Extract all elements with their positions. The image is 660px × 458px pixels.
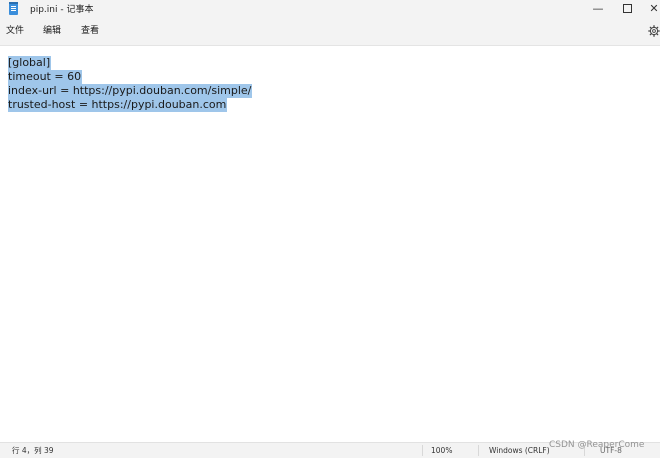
gear-icon[interactable] (648, 25, 660, 37)
text-editor[interactable]: [global] timeout = 60 index-url = https:… (0, 46, 660, 442)
editor-line: timeout = 60 (8, 70, 83, 84)
zoom-level: 100% (431, 446, 453, 455)
menu-view[interactable]: 查看 (79, 24, 101, 39)
window-title: pip.ini - 记事本 (30, 5, 94, 15)
menu-edit[interactable]: 编辑 (41, 24, 63, 39)
editor-line: [global] (8, 56, 52, 70)
notepad-icon (9, 2, 18, 15)
maximize-icon (622, 3, 632, 13)
menu-file[interactable]: 文件 (4, 24, 26, 39)
notepad-window: pip.ini - 记事本 — ✕ 文件 编辑 查看 [global] time… (0, 0, 660, 458)
status-divider (478, 445, 479, 456)
editor-line: index-url = https://pypi.douban.com/simp… (8, 84, 253, 98)
status-divider (422, 445, 423, 456)
menu-bar: 文件 编辑 查看 (0, 19, 660, 46)
cursor-position: 行 4，列 39 (12, 446, 54, 455)
title-bar[interactable]: pip.ini - 记事本 — ✕ (0, 0, 660, 19)
csdn-watermark: CSDN @ReaperCome (549, 440, 645, 450)
line-ending: Windows (CRLF) (489, 446, 550, 455)
editor-line: trusted-host = https://pypi.douban.com (8, 98, 228, 112)
close-button[interactable]: ✕ (637, 0, 660, 19)
